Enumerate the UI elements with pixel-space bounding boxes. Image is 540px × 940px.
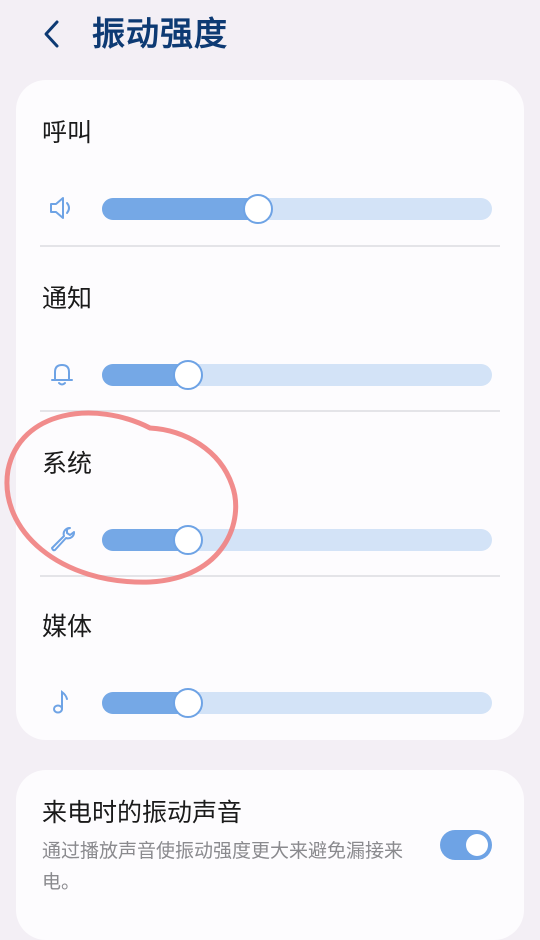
switch-knob bbox=[466, 834, 488, 856]
slider-row-call: 呼叫 bbox=[16, 80, 524, 245]
ringtone-vibration-switch[interactable] bbox=[440, 830, 492, 860]
ringtone-vibration-card[interactable]: 来电时的振动声音 通过播放声音使振动强度更大来避免漏接来电。 bbox=[16, 770, 524, 940]
ringtone-vibration-title: 来电时的振动声音 bbox=[42, 798, 243, 827]
music-note-icon bbox=[44, 684, 80, 720]
page-title: 振动强度 bbox=[92, 14, 228, 53]
media-vibration-slider[interactable] bbox=[102, 688, 492, 718]
header: 振动强度 bbox=[0, 0, 540, 80]
slider-label-media: 媒体 bbox=[42, 612, 93, 641]
slider-thumb[interactable] bbox=[172, 360, 203, 390]
slider-label-call: 呼叫 bbox=[42, 118, 93, 147]
slider-row-media: 媒体 bbox=[16, 576, 524, 740]
vibration-sliders-card: 呼叫 通知 系统 媒体 bbox=[16, 80, 524, 740]
bell-icon bbox=[44, 356, 80, 392]
wrench-icon bbox=[44, 521, 80, 557]
ringtone-vibration-description: 通过播放声音使振动强度更大来避免漏接来电。 bbox=[42, 840, 404, 893]
slider-fill bbox=[102, 198, 258, 220]
slider-thumb[interactable] bbox=[172, 688, 203, 718]
call-vibration-slider[interactable] bbox=[102, 194, 492, 224]
system-vibration-slider[interactable] bbox=[102, 525, 492, 555]
notification-vibration-slider[interactable] bbox=[102, 360, 492, 390]
back-button[interactable] bbox=[32, 14, 72, 54]
slider-label-notification: 通知 bbox=[42, 284, 93, 313]
slider-row-notification: 通知 bbox=[16, 246, 524, 411]
speaker-icon bbox=[44, 190, 80, 226]
chevron-left-icon bbox=[44, 20, 59, 48]
slider-label-system: 系统 bbox=[42, 449, 93, 478]
slider-row-system: 系统 bbox=[16, 411, 524, 576]
slider-thumb[interactable] bbox=[243, 194, 273, 224]
slider-thumb[interactable] bbox=[172, 525, 203, 555]
